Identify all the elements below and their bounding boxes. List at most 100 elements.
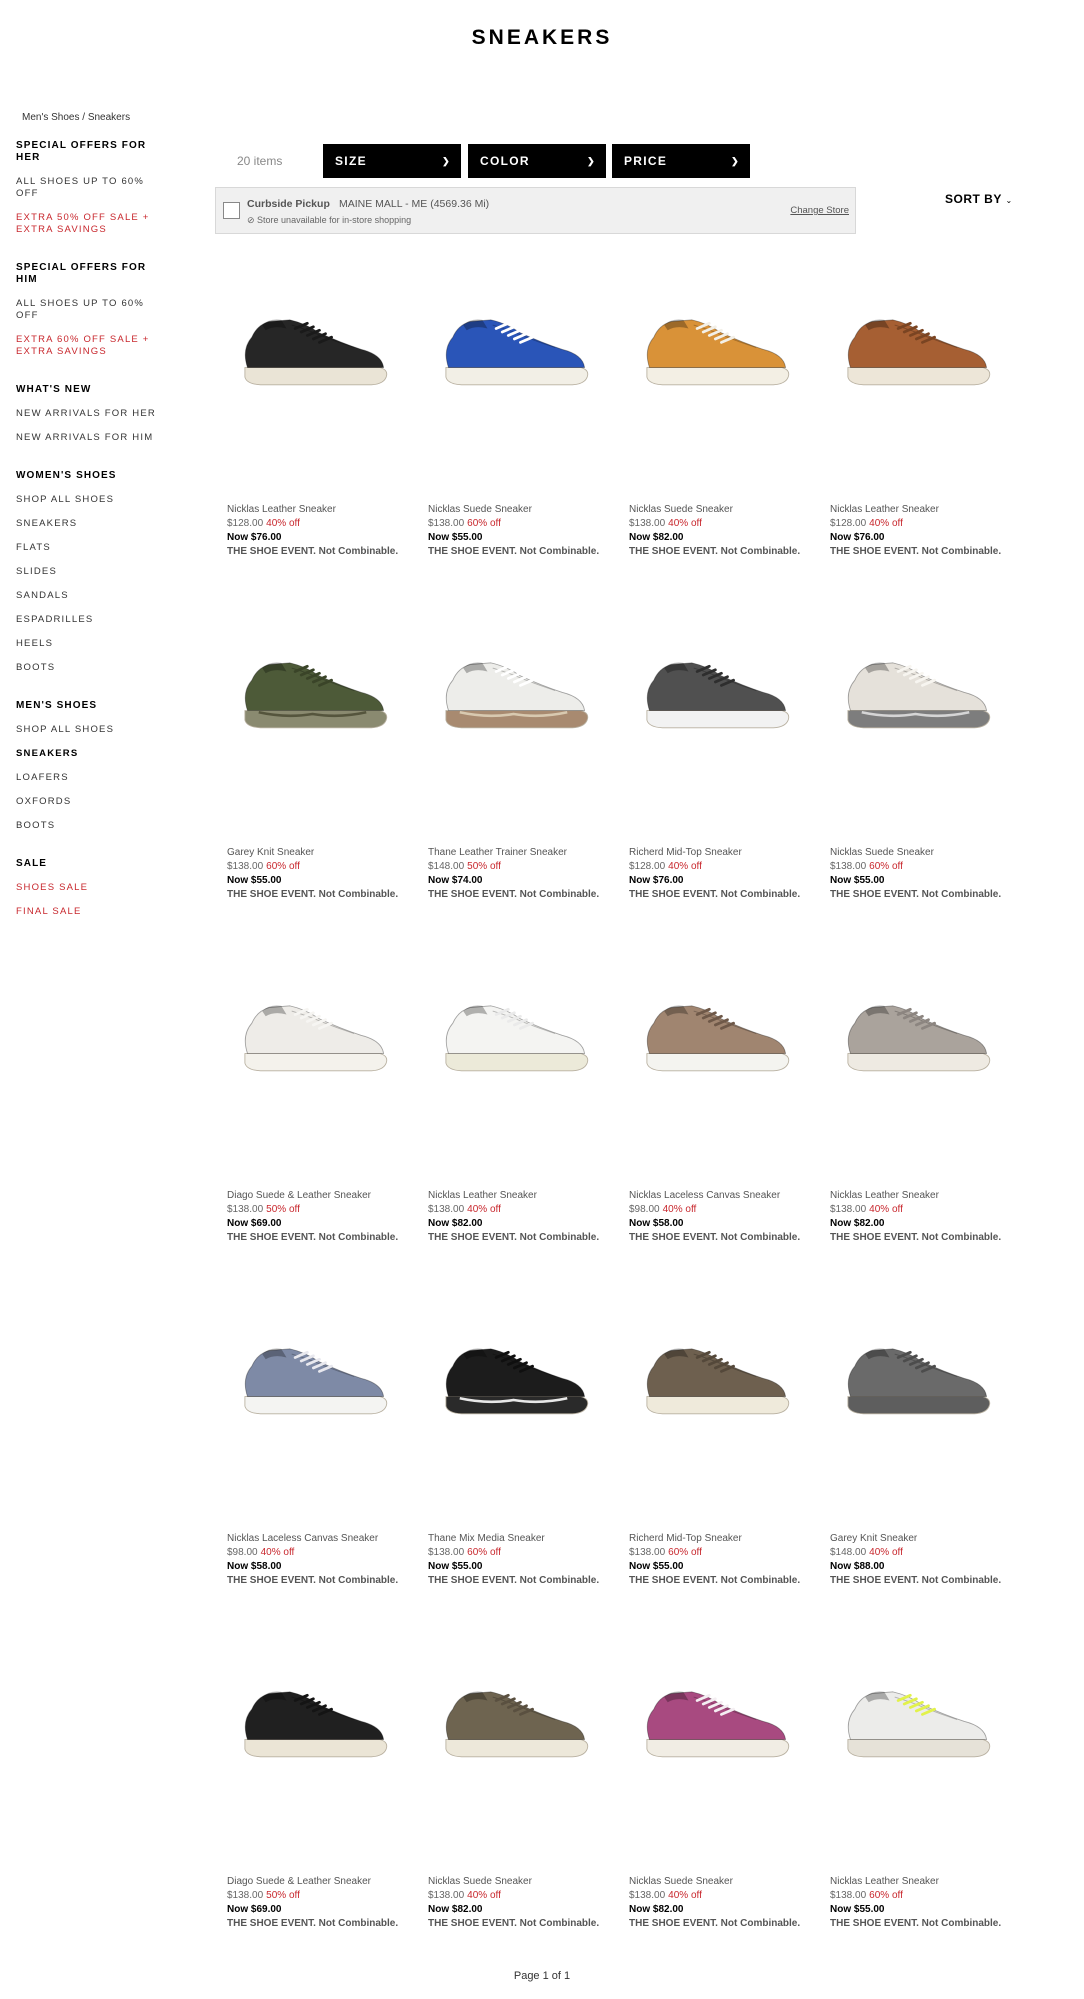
product-name[interactable]: Garey Knit Sneaker [830, 1532, 1025, 1546]
product-card[interactable]: Nicklas Laceless Canvas Sneaker $98.00 40%… [220, 1309, 421, 1652]
product-card[interactable]: Thane Mix Media Sneaker $138.00 60% off Now… [421, 1309, 622, 1652]
product-card[interactable]: Nicklas Suede Sneaker $138.00 60% off Now $… [823, 623, 1024, 966]
product-image[interactable] [225, 280, 400, 410]
chevron-down-icon: ❯ [587, 155, 596, 166]
sidebar-link[interactable]: ALL SHOES UP TO 60% OFF [16, 298, 156, 322]
price-filter-button[interactable]: PRICE ❯ [612, 144, 750, 178]
product-card[interactable]: Nicklas Leather Sneaker $128.00 40% off Now… [823, 280, 1024, 623]
product-image[interactable] [627, 966, 802, 1096]
sidebar-link[interactable]: NEW ARRIVALS FOR HIM [16, 432, 156, 444]
product-image[interactable] [828, 1309, 1003, 1439]
product-card[interactable]: Nicklas Laceless Canvas Sneaker $98.00 40%… [622, 966, 823, 1309]
product-card[interactable]: Garey Knit Sneaker $138.00 60% off Now $55.… [220, 623, 421, 966]
sidebar-link[interactable]: ALL SHOES UP TO 60% OFF [16, 176, 156, 200]
product-name[interactable]: Diago Suede & Leather Sneaker [227, 1189, 422, 1203]
sidebar-link[interactable]: BOOTS [16, 662, 156, 674]
product-name[interactable]: Richerd Mid-Top Sneaker [629, 846, 824, 860]
product-image[interactable] [225, 966, 400, 1096]
product-price-row: $138.00 60% off [428, 1546, 623, 1560]
product-image[interactable] [828, 623, 1003, 753]
change-store-link[interactable]: Change Store [790, 205, 849, 216]
product-card[interactable]: Diago Suede & Leather Sneaker $138.00 50% … [220, 1652, 421, 1995]
product-name[interactable]: Nicklas Suede Sneaker [830, 846, 1025, 860]
sidebar-link[interactable]: ESPADRILLES [16, 614, 156, 626]
promo-text: THE SHOE EVENT. Not Combinable. [428, 1918, 600, 1929]
product-name[interactable]: Nicklas Suede Sneaker [629, 503, 824, 517]
product-image[interactable] [426, 623, 601, 753]
product-name[interactable]: Thane Mix Media Sneaker [428, 1532, 623, 1546]
sidebar-link[interactable]: EXTRA 50% OFF SALE + EXTRA SAVINGS [16, 212, 156, 236]
product-image[interactable] [828, 1652, 1003, 1782]
product-name[interactable]: Nicklas Leather Sneaker [227, 503, 422, 517]
sidebar-link[interactable]: SNEAKERS [16, 518, 156, 530]
sidebar-link[interactable]: HEELS [16, 638, 156, 650]
product-name[interactable]: Nicklas Leather Sneaker [830, 1875, 1025, 1889]
sidebar-link[interactable]: NEW ARRIVALS FOR HER [16, 408, 156, 420]
sidebar-link[interactable]: EXTRA 60% OFF SALE + EXTRA SAVINGS [16, 334, 156, 358]
breadcrumb[interactable]: Men's Shoes / Sneakers [22, 112, 130, 123]
sidebar-link[interactable]: BOOTS [16, 820, 156, 832]
product-image[interactable] [627, 280, 802, 410]
promo-text: THE SHOE EVENT. Not Combinable. [227, 546, 399, 557]
product-name[interactable]: Nicklas Leather Sneaker [830, 1189, 1025, 1203]
product-card[interactable]: Richerd Mid-Top Sneaker $138.00 60% off Now… [622, 1309, 823, 1652]
sidebar-link[interactable]: SNEAKERS [16, 748, 156, 760]
sale-price: Now $69.00 [227, 1218, 282, 1229]
product-name[interactable]: Richerd Mid-Top Sneaker [629, 1532, 824, 1546]
sale-price: Now $82.00 [428, 1218, 483, 1229]
discount-label: 40% off [668, 861, 702, 872]
product-name[interactable]: Nicklas Suede Sneaker [428, 1875, 623, 1889]
product-name[interactable]: Nicklas Suede Sneaker [428, 503, 623, 517]
product-image[interactable] [627, 623, 802, 753]
color-filter-button[interactable]: COLOR ❯ [468, 144, 606, 178]
product-card[interactable]: Nicklas Leather Sneaker $138.00 40% off Now… [421, 966, 622, 1309]
product-card[interactable]: Nicklas Leather Sneaker $138.00 60% off Now… [823, 1652, 1024, 1995]
product-card[interactable]: Nicklas Suede Sneaker $138.00 40% off Now $… [421, 1652, 622, 1995]
product-image[interactable] [426, 280, 601, 410]
sidebar-link[interactable]: LOAFERS [16, 772, 156, 784]
sidebar-group: SPECIAL OFFERS FOR HER ALL SHOES UP TO 60… [16, 140, 156, 236]
curbside-pickup-checkbox[interactable] [223, 202, 240, 219]
product-price-row: $138.00 40% off [428, 1889, 623, 1903]
product-card[interactable]: Garey Knit Sneaker $148.00 40% off Now $88.… [823, 1309, 1024, 1652]
product-name[interactable]: Nicklas Suede Sneaker [629, 1875, 824, 1889]
sidebar-link[interactable]: SHOP ALL SHOES [16, 724, 156, 736]
product-image[interactable] [426, 966, 601, 1096]
product-image[interactable] [627, 1309, 802, 1439]
sort-by-dropdown[interactable]: SORT BY ⌄ [945, 192, 1013, 206]
sidebar-link[interactable]: FLATS [16, 542, 156, 554]
product-card[interactable]: Nicklas Leather Sneaker $138.00 40% off Now… [823, 966, 1024, 1309]
product-card[interactable]: Thane Leather Trainer Sneaker $148.00 50% … [421, 623, 622, 966]
product-card[interactable]: Richerd Mid-Top Sneaker $128.00 40% off Now… [622, 623, 823, 966]
product-image[interactable] [828, 966, 1003, 1096]
product-image[interactable] [627, 1652, 802, 1782]
product-name[interactable]: Nicklas Laceless Canvas Sneaker [629, 1189, 824, 1203]
product-name[interactable]: Garey Knit Sneaker [227, 846, 422, 860]
product-image[interactable] [426, 1652, 601, 1782]
sidebar-link[interactable]: SHOES SALE [16, 882, 156, 894]
sidebar-link[interactable]: OXFORDS [16, 796, 156, 808]
original-price: $128.00 [830, 518, 867, 529]
product-image[interactable] [426, 1309, 601, 1439]
product-image[interactable] [225, 1652, 400, 1782]
sidebar-link[interactable]: FINAL SALE [16, 906, 156, 918]
product-name[interactable]: Thane Leather Trainer Sneaker [428, 846, 623, 860]
sidebar-link[interactable]: SHOP ALL SHOES [16, 494, 156, 506]
product-card[interactable]: Nicklas Suede Sneaker $138.00 40% off Now $… [622, 1652, 823, 1995]
product-image[interactable] [225, 623, 400, 753]
product-name[interactable]: Nicklas Leather Sneaker [428, 1189, 623, 1203]
product-price-row: $138.00 40% off [629, 517, 824, 531]
product-name[interactable]: Nicklas Laceless Canvas Sneaker [227, 1532, 422, 1546]
product-name[interactable]: Nicklas Leather Sneaker [830, 503, 1025, 517]
product-name[interactable]: Diago Suede & Leather Sneaker [227, 1875, 422, 1889]
product-card[interactable]: Nicklas Suede Sneaker $138.00 40% off Now $… [622, 280, 823, 623]
product-card[interactable]: Diago Suede & Leather Sneaker $138.00 50% … [220, 966, 421, 1309]
sidebar-link[interactable]: SANDALS [16, 590, 156, 602]
product-card[interactable]: Nicklas Suede Sneaker $138.00 60% off Now $… [421, 280, 622, 623]
sidebar-link[interactable]: SLIDES [16, 566, 156, 578]
product-card[interactable]: Nicklas Leather Sneaker $128.00 40% off Now… [220, 280, 421, 623]
product-image[interactable] [225, 1309, 400, 1439]
sale-price: Now $88.00 [830, 1561, 885, 1572]
size-filter-button[interactable]: SIZE ❯ [323, 144, 461, 178]
product-image[interactable] [828, 280, 1003, 410]
